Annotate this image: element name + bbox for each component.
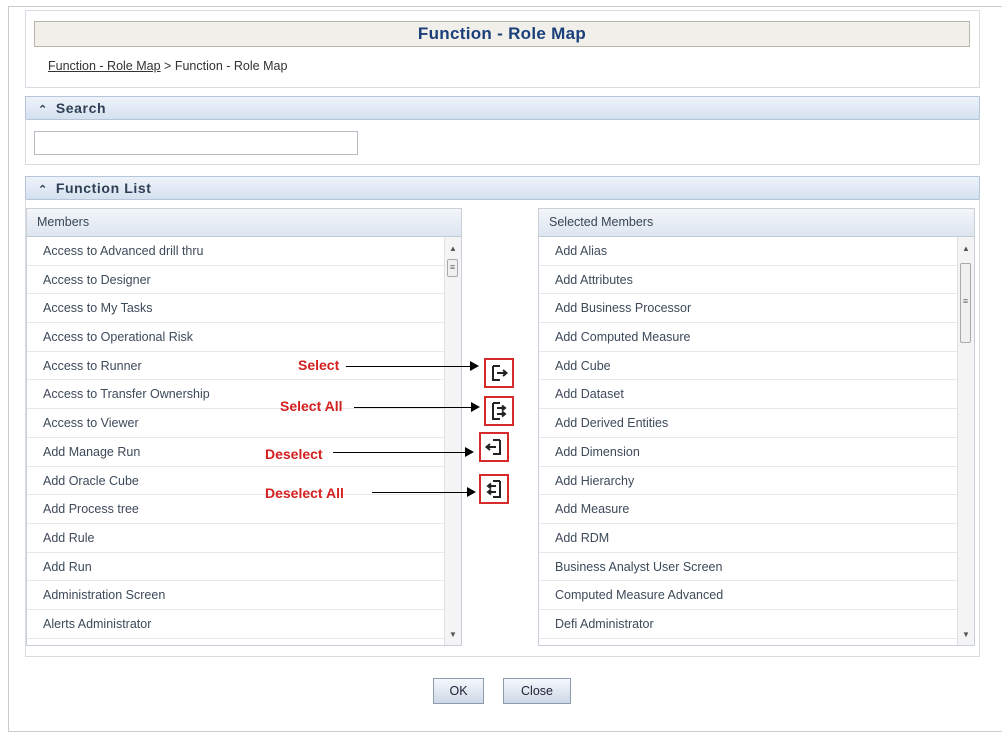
- member-list-item[interactable]: Access to Transfer Ownership: [27, 380, 444, 410]
- scroll-up-icon[interactable]: ▲: [445, 241, 461, 257]
- member-list-item[interactable]: Add Run: [27, 553, 444, 582]
- collapse-icon[interactable]: ⌃: [38, 184, 48, 196]
- deselect-icon: [484, 439, 501, 455]
- selected-member-list-item[interactable]: Business Analyst User Screen: [539, 553, 957, 582]
- members-scrollbar[interactable]: ▲ ≡ ▼: [444, 237, 461, 645]
- deselect-all-annotation: Deselect All: [265, 485, 344, 501]
- scroll-thumb[interactable]: ≡: [960, 263, 971, 343]
- scroll-down-icon[interactable]: ▼: [445, 627, 461, 643]
- selected-scrollbar[interactable]: ▲ ≡ ▼: [957, 237, 974, 645]
- scroll-down-icon[interactable]: ▼: [958, 627, 974, 643]
- selected-member-list-item[interactable]: Add Alias: [539, 237, 957, 266]
- breadcrumb: Function - Role Map > Function - Role Ma…: [48, 59, 287, 73]
- members-header: Members: [27, 209, 461, 237]
- member-list-item[interactable]: Access to My Tasks: [27, 294, 444, 324]
- close-button[interactable]: Close: [503, 678, 571, 704]
- select-button[interactable]: [484, 358, 514, 388]
- scroll-thumb[interactable]: ≡: [447, 259, 458, 277]
- selected-member-list-item[interactable]: Add Cube: [539, 352, 957, 381]
- search-section-label: Search: [55, 100, 107, 116]
- member-list-item[interactable]: Alerts Administrator: [27, 610, 444, 639]
- ok-button[interactable]: OK: [433, 678, 484, 704]
- selected-member-list-item[interactable]: Defi Administrator: [539, 610, 957, 639]
- select-arrow: [346, 366, 470, 367]
- select-all-annotation: Select All: [280, 398, 343, 414]
- member-list-item[interactable]: Access to Designer: [27, 266, 444, 295]
- selected-member-list-item[interactable]: Add Hierarchy: [539, 467, 957, 496]
- selected-member-list-item[interactable]: Add RDM: [539, 524, 957, 553]
- select-all-button[interactable]: [484, 396, 514, 426]
- selected-rows: Add Alias Add Attributes Add Business Proc…: [539, 237, 957, 645]
- scroll-up-icon[interactable]: ▲: [958, 241, 974, 257]
- member-list-item[interactable]: Add Oracle Cube: [27, 467, 444, 496]
- select-arrow-head: [470, 361, 479, 371]
- member-list-item[interactable]: Administration Screen: [27, 581, 444, 610]
- breadcrumb-current: Function - Role Map: [174, 59, 288, 73]
- function-list-section-header[interactable]: ⌃ Function List: [25, 176, 980, 200]
- deselect-arrow-head: [465, 447, 474, 457]
- page-title: Function - Role Map: [34, 21, 970, 47]
- selected-member-list-item[interactable]: Add Measure: [539, 495, 957, 524]
- function-list-section-label: Function List: [55, 180, 152, 196]
- deselect-all-button[interactable]: [479, 474, 509, 504]
- search-input[interactable]: [34, 131, 358, 155]
- select-annotation: Select: [298, 357, 340, 373]
- selected-member-list-item[interactable]: Add Computed Measure: [539, 323, 957, 352]
- deselect-annotation: Deselect: [265, 446, 323, 462]
- member-list-item[interactable]: Add Process tree: [27, 495, 444, 524]
- selected-members-list: Selected Members Add Alias Add Attributes…: [538, 208, 975, 646]
- deselect-all-arrow: [372, 492, 467, 493]
- selected-member-list-item[interactable]: Add Derived Entities: [539, 409, 957, 438]
- selected-member-list-item[interactable]: Add Business Processor: [539, 294, 957, 324]
- deselect-all-icon: [486, 480, 501, 498]
- member-list-item[interactable]: Access to Advanced drill thru: [27, 237, 444, 266]
- title-block: Function - Role Map Function - Role Map …: [25, 10, 980, 88]
- members-rows: Access to Advanced drill thru Access to D…: [27, 237, 444, 645]
- search-section-header[interactable]: ⌃ Search: [25, 96, 980, 120]
- breadcrumb-separator: >: [164, 59, 172, 73]
- member-list-item[interactable]: Add Rule: [27, 524, 444, 553]
- deselect-all-arrow-head: [467, 487, 476, 497]
- deselect-button[interactable]: [479, 432, 509, 462]
- selected-member-list-item[interactable]: Add Attributes: [539, 266, 957, 295]
- deselect-arrow: [333, 452, 465, 453]
- selected-member-list-item[interactable]: Computed Measure Advanced: [539, 581, 957, 610]
- search-panel: [25, 119, 980, 165]
- member-list-item[interactable]: Access to Viewer: [27, 409, 444, 438]
- breadcrumb-link[interactable]: Function - Role Map: [48, 59, 161, 73]
- select-all-icon: [492, 402, 507, 420]
- members-list: Members Access to Advanced drill thru Acc…: [26, 208, 462, 646]
- collapse-icon[interactable]: ⌃: [38, 104, 48, 116]
- select-icon: [492, 365, 509, 381]
- selected-members-header: Selected Members: [539, 209, 974, 237]
- selected-member-list-item[interactable]: Add Dataset: [539, 380, 957, 410]
- select-all-arrow: [354, 407, 471, 408]
- selected-member-list-item[interactable]: Add Dimension: [539, 438, 957, 467]
- member-list-item[interactable]: Access to Operational Risk: [27, 323, 444, 352]
- select-all-arrow-head: [471, 402, 480, 412]
